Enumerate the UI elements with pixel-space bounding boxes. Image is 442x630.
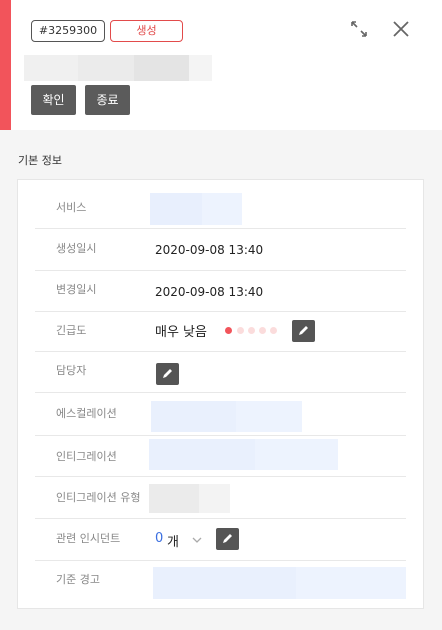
incident-title-placeholder — [24, 55, 212, 81]
created-datetime: 2020-09-08 13:40 — [155, 243, 264, 257]
field-row-criteria-alert: 기준 경고 — [35, 561, 406, 609]
field-row-modified: 변경일시 2020-09-08 13:40 — [35, 271, 406, 312]
field-label: 생성일시 — [56, 242, 97, 255]
status-badge: 생성 — [110, 20, 183, 42]
basic-info-card: 서비스 생성일시 2020-09-08 13:40 변경일시 2020-09-0… — [17, 179, 424, 609]
field-label: 관련 인시던트 — [56, 532, 121, 545]
section-title: 기본 정보 — [18, 154, 62, 167]
field-row-urgency: 긴급도 매우 낮음 — [35, 312, 406, 352]
related-incident-count-select[interactable]: 0 개 — [155, 531, 207, 550]
field-row-escalation: 에스컬레이션 — [35, 393, 406, 436]
urgency-level-indicator — [225, 327, 285, 335]
field-row-assignee: 담당자 — [35, 352, 406, 393]
integration-value-placeholder[interactable] — [149, 439, 338, 470]
modified-datetime: 2020-09-08 13:40 — [155, 285, 264, 299]
urgency-dot — [270, 327, 277, 334]
field-row-service: 서비스 — [35, 180, 406, 229]
pencil-icon — [163, 369, 172, 378]
field-label: 인티그레이션 유형 — [56, 491, 141, 504]
urgency-dot-active — [225, 327, 232, 334]
pencil-icon — [299, 326, 308, 335]
criteria-alert-placeholder[interactable] — [153, 567, 406, 599]
field-row-related-incidents: 관련 인시던트 0 개 — [35, 519, 406, 561]
field-row-integration-type: 인티그레이션 유형 — [35, 477, 406, 519]
field-row-integration: 인티그레이션 — [35, 436, 406, 477]
field-label: 긴급도 — [56, 324, 87, 337]
urgency-value: 매우 낮음 — [155, 325, 207, 340]
field-label: 담당자 — [56, 364, 87, 377]
close-incident-button[interactable]: 종료 — [85, 85, 130, 115]
chevron-down-icon — [192, 537, 202, 543]
field-row-created: 생성일시 2020-09-08 13:40 — [35, 229, 406, 271]
related-incident-count: 0 — [155, 531, 164, 546]
pencil-icon — [223, 534, 232, 543]
escalation-value-placeholder[interactable] — [151, 401, 302, 432]
incident-id-badge: #3259300 — [31, 20, 105, 42]
integration-type-placeholder — [149, 484, 230, 513]
edit-assignee-button[interactable] — [156, 363, 179, 385]
incident-header: #3259300 생성 확인 종료 — [0, 0, 442, 130]
related-incident-unit: 개 — [167, 535, 179, 550]
field-label: 변경일시 — [56, 283, 97, 296]
confirm-button[interactable]: 확인 — [31, 85, 76, 115]
urgency-dot — [248, 327, 255, 334]
urgency-dot — [259, 327, 266, 334]
expand-icon[interactable] — [349, 19, 369, 39]
field-label: 인티그레이션 — [56, 450, 117, 463]
status-accent-bar — [0, 0, 11, 130]
urgency-dot — [237, 327, 244, 334]
field-label: 에스컬레이션 — [56, 407, 117, 420]
edit-related-incidents-button[interactable] — [216, 528, 239, 550]
field-label: 기준 경고 — [56, 573, 100, 586]
field-label: 서비스 — [56, 201, 87, 214]
close-icon[interactable] — [390, 18, 412, 40]
service-value-placeholder[interactable] — [150, 193, 242, 225]
edit-urgency-button[interactable] — [292, 320, 315, 342]
